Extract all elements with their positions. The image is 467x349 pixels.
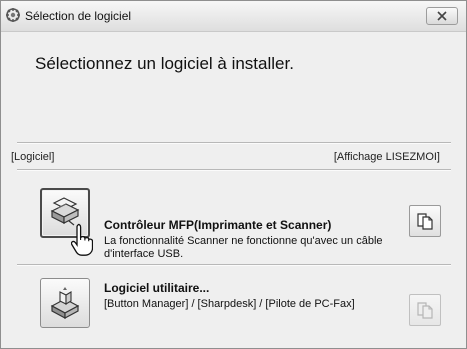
readme-document-icon bbox=[417, 213, 433, 230]
readme-document-icon bbox=[417, 302, 433, 319]
item-description: [Button Manager] / [Sharpdesk] / [Pilote… bbox=[104, 298, 355, 310]
divider bbox=[17, 264, 451, 266]
dialog-window: Sélection de logiciel Sélectionnez un lo… bbox=[0, 0, 467, 349]
dialog-content: Sélectionnez un logiciel à installer. [L… bbox=[1, 32, 466, 348]
page-heading: Sélectionnez un logiciel à installer. bbox=[35, 54, 294, 73]
install-utility-software-button[interactable] bbox=[40, 278, 90, 328]
close-icon bbox=[437, 11, 447, 21]
readme-button[interactable] bbox=[409, 294, 441, 326]
close-button[interactable] bbox=[426, 7, 458, 25]
title-bar[interactable]: Sélection de logiciel bbox=[1, 1, 466, 32]
item-title: Contrôleur MFP(Imprimante et Scanner) bbox=[104, 218, 332, 232]
mouse-cursor-icon bbox=[71, 223, 93, 256]
item-description: La fonctionnalité Scanner ne fonctionne … bbox=[104, 235, 383, 260]
utility-software-icon bbox=[50, 287, 80, 320]
window-title: Sélection de logiciel bbox=[25, 9, 132, 23]
software-label: [Logiciel] bbox=[11, 151, 55, 163]
readme-display-label: [Affichage LISEZMOI] bbox=[333, 151, 440, 163]
divider bbox=[17, 142, 451, 144]
readme-button[interactable] bbox=[409, 205, 441, 237]
setup-icon bbox=[6, 8, 20, 22]
divider bbox=[17, 169, 451, 171]
item-title: Logiciel utilitaire... bbox=[104, 281, 210, 295]
